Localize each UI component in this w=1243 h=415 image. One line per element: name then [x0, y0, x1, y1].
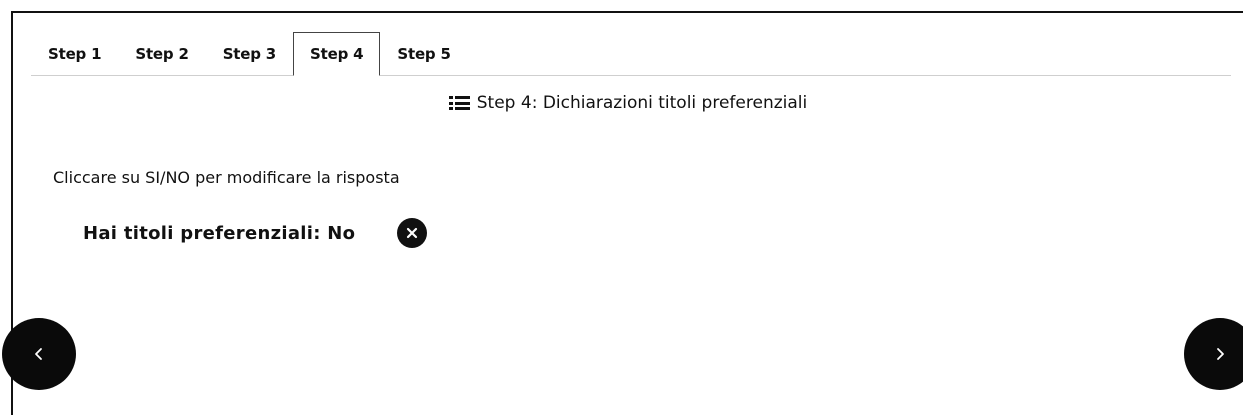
question-label: Hai titoli preferenziali: No [83, 222, 356, 244]
step-title: Step 4: Dichiarazioni titoli preferenzia… [13, 93, 1243, 113]
question-row: Hai titoli preferenziali: No [83, 218, 428, 248]
tab-step-4[interactable]: Step 4 [293, 32, 381, 76]
step-tabs: Step 1 Step 2 Step 3 Step 4 Step 5 [31, 27, 1231, 76]
instructions-text: Cliccare su SI/NO per modificare la risp… [53, 168, 400, 187]
tab-step-5[interactable]: Step 5 [380, 31, 467, 75]
wizard-panel: Step 1 Step 2 Step 3 Step 4 Step 5 Step … [2, 11, 1243, 415]
tab-step-2[interactable]: Step 2 [118, 31, 205, 75]
tab-step-3[interactable]: Step 3 [206, 31, 293, 75]
list-icon [448, 95, 471, 111]
step-title-text: Step 4: Dichiarazioni titoli preferenzia… [476, 93, 808, 113]
tab-step-1[interactable]: Step 1 [31, 31, 118, 75]
chevron-right-icon [1217, 348, 1224, 360]
previous-step-button[interactable] [2, 318, 76, 390]
chevron-left-icon [35, 348, 42, 360]
next-step-button[interactable] [1184, 318, 1243, 390]
close-circle-icon[interactable] [397, 218, 428, 248]
